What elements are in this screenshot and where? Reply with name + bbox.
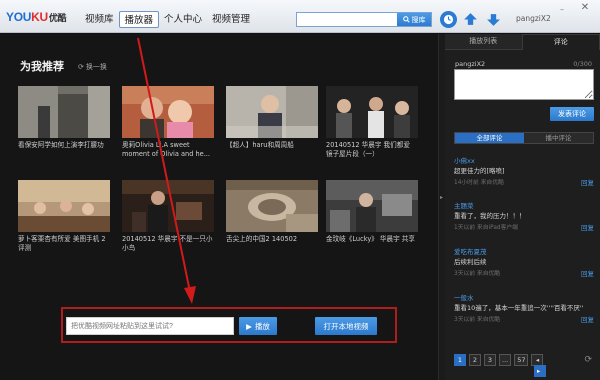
logo-you: YOU [6,10,32,24]
video-title[interactable]: 萝卜客栗杏有所爱 美图手机 2评测 [18,235,110,253]
play-icon: ▶ [246,321,252,331]
video-thumbnail[interactable] [18,86,110,138]
comment-filter-tabs: 全部评论 播中评论 [454,132,594,144]
section-title: 为我推荐 [20,60,64,73]
panel-collapse-handle[interactable]: ▸ [438,34,445,380]
comment-text: 超更佳力的[略喷] [454,167,505,175]
comment-author[interactable]: 爱吃布夏茂 [454,246,594,256]
close-icon[interactable]: ✕ [578,2,592,14]
refresh-icon: ⟳ [78,63,84,71]
download-icon[interactable] [485,11,502,28]
panel-tabs: 播放列表 评论 [445,34,600,50]
comment-author[interactable]: 主題菜 [454,200,594,210]
comment-item: 爱吃布夏茂 后续利后续 3天以前 来自优酷 回复 [454,246,594,278]
video-thumbnail[interactable] [226,180,318,232]
comment-text: 重看10遍了，基本一年重追一次''''百看不厌'' [454,304,584,312]
video-thumbnail[interactable] [326,180,418,232]
url-play-area: ▶ 播放 打开本地视频 [61,307,397,343]
logo-ku: KU [31,10,48,24]
upload-icon[interactable] [462,11,479,28]
search-icon [402,16,410,23]
video-title[interactable]: 金玟岐《Lucky》 华晨宇 共享 [326,235,418,253]
video-card[interactable]: 20140512 华晨宇 我们都爱 镜子屋片段（一） [326,86,418,159]
comment-meta-text: 3天以前 来自优酷 [454,317,501,323]
username[interactable]: pangziX2 [516,14,551,23]
comment-text: 重看了，我的压力！！！ [454,212,526,220]
comment-author[interactable]: 一般水 [454,292,594,302]
video-card[interactable]: 舌尖上的中国2 140502 [226,180,318,253]
page-ellipsis[interactable]: ... [499,354,512,366]
reply-link[interactable]: 回复 [581,177,594,187]
chevron-right-icon: ▸ [440,194,444,201]
comment-meta-text: 3天以前 来自优酷 [454,271,501,277]
reply-link[interactable]: 回复 [581,314,594,324]
tab-player[interactable]: 播放器 [118,11,160,28]
search-button[interactable]: 搜库 [397,13,431,26]
video-card[interactable]: 萝卜客栗杏有所爱 美图手机 2评测 [18,180,110,253]
refresh-label: 换一换 [85,63,107,71]
char-count: 0/300 [573,60,592,68]
tab-video-management[interactable]: 视频管理 [207,11,255,28]
side-panel: 播放列表 评论 pangziX2 0/300 发表评论 全部评论 播中评论 小佛… [445,34,600,380]
annotation-arrow [137,37,196,304]
comment-textarea[interactable] [454,69,594,100]
pagination: 1 2 3 ... 57 ◂ ▸ [454,354,546,377]
video-thumbnail[interactable] [18,180,110,232]
video-thumbnail[interactable] [226,86,318,138]
video-url-input[interactable] [66,317,234,335]
tab-playing-comments[interactable]: 播中评论 [524,133,593,143]
tab-playlist[interactable]: 播放列表 [445,34,522,50]
search-input[interactable] [297,13,397,26]
refresh-button[interactable]: ⟳ 换一换 [78,62,107,72]
comment-meta: 1天以前 来自iPad客户端 回复 [454,222,594,232]
main-nav: 视频库 播放器 个人中心 视频管理 [80,11,255,28]
tab-personal-center[interactable]: 个人中心 [159,11,207,28]
video-title[interactable]: 20140512 华晨宇 我们都爱 镜子屋片段（一） [326,141,418,159]
comment-meta: 14小时前 来自优酷 回复 [454,177,594,187]
logo-cn: 优酷 [48,13,67,23]
comment-meta: 3天以前 来自优酷 回复 [454,314,594,324]
tab-comments[interactable]: 评论 [521,34,600,50]
youku-logo[interactable]: YOUKU优酷 [6,10,67,24]
comment-meta-text: 14小时前 来自优酷 [454,180,504,186]
main-content: 为我推荐 ⟳ 换一换 看保安阿学如何上演李打腰功 奥莉Olivia Li.A s… [0,34,438,380]
search-box: 搜库 [296,12,432,27]
video-title[interactable]: 【超人】haru和周周船 [226,141,318,159]
refresh-comments-icon[interactable]: ⟳ [584,355,592,365]
post-comment-button[interactable]: 发表评论 [550,107,594,121]
comment-username: pangziX2 [455,60,486,68]
comment-item: 一般水 重看10遍了，基本一年重追一次''''百看不厌'' 3天以前 来自优酷 … [454,292,594,324]
minimize-icon[interactable]: – [560,5,570,14]
page-last[interactable]: 57 [514,354,529,366]
video-title[interactable]: 看保安阿学如何上演李打腰功 [18,141,110,159]
comment-text: 后续利后续 [454,258,487,266]
open-local-video-button[interactable]: 打开本地视频 [315,317,377,335]
page-2[interactable]: 2 [469,354,481,366]
play-button[interactable]: ▶ 播放 [239,317,277,335]
clock-icon[interactable] [440,11,457,28]
page-3[interactable]: 3 [484,354,496,366]
video-card[interactable]: 【超人】haru和周周船 [226,86,318,159]
comment-author[interactable]: 小佛xx [454,155,594,165]
tab-video-library[interactable]: 视频库 [80,11,119,28]
title-bar: YOUKU优酷 视频库 播放器 个人中心 视频管理 搜库 pangziX2 – … [0,0,600,33]
video-thumbnail[interactable] [326,86,418,138]
comment-item: 小佛xx 超更佳力的[略喷] 14小时前 来自优酷 回复 [454,155,594,187]
search-button-label: 搜库 [411,15,426,24]
reply-link[interactable]: 回复 [581,268,594,278]
next-page-icon[interactable]: ▸ [534,365,546,377]
tab-all-comments[interactable]: 全部评论 [455,133,524,143]
play-button-label: 播放 [254,321,270,331]
video-card[interactable]: 金玟岐《Lucky》 华晨宇 共享 [326,180,418,253]
page-1[interactable]: 1 [454,354,466,366]
comment-meta-text: 1天以前 来自iPad客户端 [454,225,518,231]
reply-link[interactable]: 回复 [581,222,594,232]
comment-item: 主題菜 重看了，我的压力！！！ 1天以前 来自iPad客户端 回复 [454,200,594,232]
video-title[interactable]: 舌尖上的中国2 140502 [226,235,318,253]
video-card[interactable]: 看保安阿学如何上演李打腰功 [18,86,110,159]
comment-meta: 3天以前 来自优酷 回复 [454,268,594,278]
